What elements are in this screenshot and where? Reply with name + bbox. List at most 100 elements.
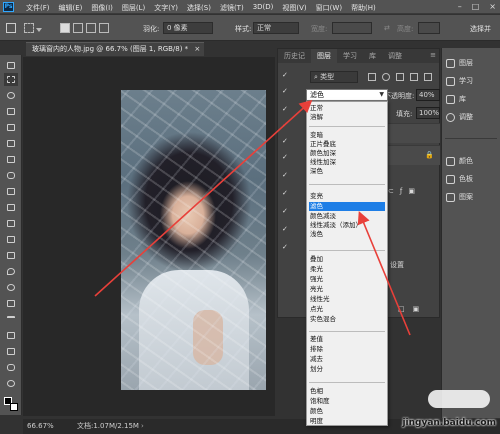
blend-option-highlighted[interactable]: 滤色 — [309, 202, 385, 211]
blend-option[interactable]: 正常 — [309, 104, 385, 113]
rectangle-tool-icon[interactable] — [6, 347, 16, 356]
blend-option[interactable]: 差值 — [309, 335, 385, 344]
pixel-filter-icon[interactable] — [368, 73, 376, 81]
blend-option[interactable]: 饱和度 — [309, 397, 385, 406]
gradient-tool-icon[interactable] — [6, 251, 16, 260]
dock-layers[interactable]: 图层 — [446, 56, 473, 70]
blend-option[interactable]: 颜色减淡 — [309, 212, 385, 221]
width-input[interactable] — [332, 22, 372, 34]
blend-mode-dropdown-header[interactable]: 滤色 ▼ — [306, 89, 388, 101]
menu-help[interactable]: 帮助(H) — [351, 3, 376, 13]
dock-learn[interactable]: 学习 — [446, 74, 473, 88]
pen-tool-icon[interactable] — [6, 299, 16, 308]
maximize-button[interactable]: □ — [472, 2, 480, 11]
document-tab[interactable]: 玻璃窗内的人物.jpg @ 66.7% (图层 1, RGB/8) * × — [26, 42, 204, 56]
path-selection-tool-icon[interactable] — [6, 331, 16, 340]
eraser-tool-icon[interactable] — [6, 235, 16, 244]
document-image[interactable] — [121, 90, 266, 390]
tab-layers[interactable]: 图层 — [311, 49, 337, 63]
clone-stamp-tool-icon[interactable] — [6, 203, 16, 212]
swap-icon[interactable]: ⇄ — [384, 24, 390, 32]
smart-object-filter-icon[interactable] — [424, 73, 432, 81]
new-selection-icon[interactable] — [60, 23, 70, 33]
layer-row[interactable] — [388, 123, 440, 143]
minimize-button[interactable]: – — [458, 2, 462, 11]
select-and-mask-button[interactable]: 选择并 — [470, 24, 491, 34]
dock-adjustments[interactable]: 调整 — [446, 110, 473, 124]
height-input[interactable] — [418, 22, 440, 34]
menu-select[interactable]: 选择(S) — [187, 3, 211, 13]
layer-row[interactable]: 🔒 — [388, 145, 440, 165]
blend-option[interactable]: 溶解 — [309, 113, 385, 122]
tab-history[interactable]: 历史记 — [278, 49, 311, 63]
blend-option[interactable]: 柔光 — [309, 265, 385, 274]
crop-tool-icon[interactable] — [6, 123, 16, 132]
close-button[interactable]: × — [489, 2, 496, 11]
dock-color[interactable]: 颜色 — [446, 154, 473, 168]
marquee-tool-icon[interactable] — [24, 23, 34, 33]
panel-menu-icon[interactable]: ≡ — [430, 51, 436, 59]
adjustment-filter-icon[interactable] — [382, 73, 390, 81]
menu-file[interactable]: 文件(F) — [26, 3, 50, 13]
shape-filter-icon[interactable] — [410, 73, 418, 81]
menu-filter[interactable]: 滤镜(T) — [220, 3, 244, 13]
blend-option[interactable]: 实色混合 — [309, 315, 385, 324]
type-filter-icon[interactable] — [396, 73, 404, 81]
dock-patterns[interactable]: 图案 — [446, 190, 473, 204]
type-tool-icon[interactable] — [6, 315, 16, 324]
eyedropper-tool-icon[interactable] — [6, 155, 16, 164]
blend-option[interactable]: 线性减淡（添加） — [309, 221, 385, 230]
dodge-tool-icon[interactable] — [6, 283, 16, 292]
new-layer-icon[interactable]: □ — [398, 305, 405, 313]
blend-option[interactable]: 强光 — [309, 275, 385, 284]
dock-swatches[interactable]: 色板 — [446, 172, 473, 186]
menu-window[interactable]: 窗口(W) — [316, 3, 342, 13]
intersect-selection-icon[interactable] — [99, 23, 109, 33]
delete-layer-icon[interactable]: ▣ — [413, 305, 420, 313]
blend-option[interactable]: 色相 — [309, 387, 385, 396]
move-tool-icon[interactable] — [6, 61, 16, 70]
blend-option[interactable]: 深色 — [309, 167, 385, 176]
add-style-icon[interactable]: ƒ — [400, 187, 402, 197]
add-selection-icon[interactable] — [73, 23, 83, 33]
blend-option[interactable]: 浅色 — [309, 230, 385, 239]
layer-kind-filter[interactable]: ⌕ 类型 — [310, 71, 358, 83]
menu-image[interactable]: 图像(I) — [91, 3, 113, 13]
feather-input[interactable]: 0 像素 — [163, 22, 213, 34]
opacity-input[interactable]: 40% — [416, 89, 440, 101]
chevron-down-icon[interactable] — [36, 28, 42, 33]
blend-option[interactable]: 颜色加深 — [309, 149, 385, 158]
menu-view[interactable]: 视图(V) — [282, 3, 306, 13]
history-brush-tool-icon[interactable] — [6, 219, 16, 228]
blend-option[interactable]: 划分 — [309, 365, 385, 374]
blend-option[interactable]: 正片叠底 — [309, 140, 385, 149]
zoom-level[interactable]: 66.67% — [27, 419, 54, 433]
blend-option[interactable]: 变亮 — [309, 192, 385, 201]
menu-edit[interactable]: 编辑(E) — [59, 3, 83, 13]
blend-option[interactable]: 线性加深 — [309, 158, 385, 167]
blend-option[interactable]: 叠加 — [309, 255, 385, 264]
home-icon[interactable] — [6, 23, 16, 33]
healing-brush-tool-icon[interactable] — [6, 171, 16, 180]
style-select[interactable]: 正常 — [253, 22, 299, 34]
link-layers-icon[interactable]: ⊂ — [388, 187, 394, 197]
tab-learn[interactable]: 学习 — [337, 49, 363, 63]
fill-input[interactable]: 100% — [416, 107, 440, 119]
tab-adjustments[interactable]: 调整 — [382, 49, 408, 63]
menu-type[interactable]: 文字(Y) — [154, 3, 178, 13]
quick-select-tool-icon[interactable] — [6, 107, 16, 116]
dock-libraries[interactable]: 库 — [446, 92, 466, 106]
lasso-tool-icon[interactable] — [6, 91, 16, 100]
blend-option[interactable]: 颜色 — [309, 407, 385, 416]
frame-tool-icon[interactable] — [6, 139, 16, 148]
zoom-tool-icon[interactable] — [6, 379, 16, 388]
close-tab-icon[interactable]: × — [194, 45, 200, 53]
blend-option[interactable]: 点光 — [309, 305, 385, 314]
blend-option[interactable]: 线性光 — [309, 295, 385, 304]
brush-tool-icon[interactable] — [6, 187, 16, 196]
trash-icon[interactable]: ▣ — [408, 187, 415, 197]
blur-tool-icon[interactable] — [6, 267, 16, 276]
blend-option[interactable]: 变暗 — [309, 131, 385, 140]
blend-option[interactable]: 排除 — [309, 345, 385, 354]
tab-libraries[interactable]: 库 — [363, 49, 382, 63]
